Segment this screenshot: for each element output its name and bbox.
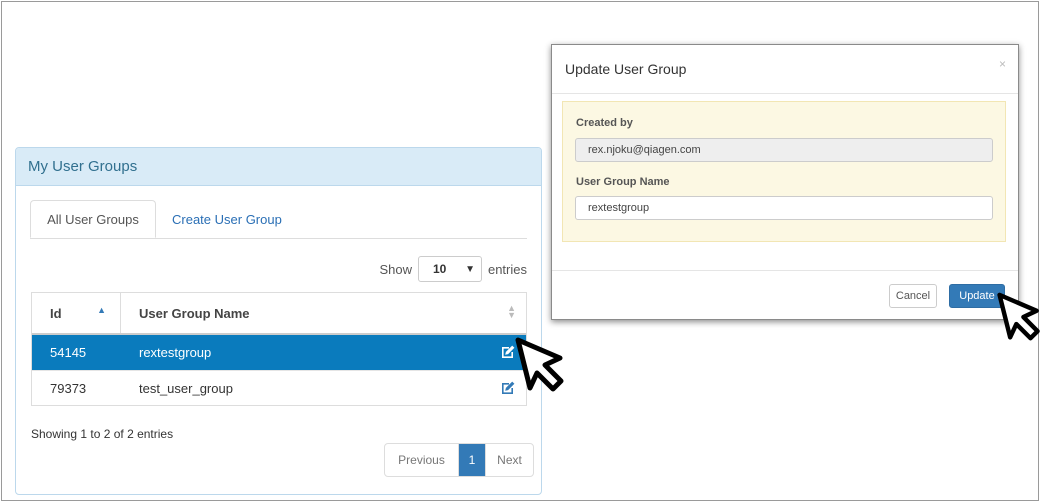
update-user-group-modal: Update User Group × Created by rex.njoku…	[551, 44, 1019, 320]
previous-page-button[interactable]: Previous	[385, 444, 459, 476]
tab-bar: All User Groups Create User Group	[30, 200, 527, 239]
close-icon[interactable]: ×	[999, 57, 1006, 71]
created-by-label: Created by	[576, 117, 633, 129]
pointer-cursor-icon	[997, 292, 1040, 341]
tab-all-user-groups[interactable]: All User Groups	[30, 200, 156, 238]
sort-ascending-icon: ▲	[97, 305, 106, 315]
table-info: Showing 1 to 2 of 2 entries	[31, 427, 174, 441]
cancel-button[interactable]: Cancel	[889, 284, 937, 308]
table-row[interactable]: 79373 test_user_group	[32, 370, 526, 405]
page-1-button[interactable]: 1	[459, 444, 485, 476]
modal-header-divider	[552, 93, 1018, 94]
modal-title: Update User Group	[565, 61, 687, 77]
table-row[interactable]: 54145 rextestgroup	[32, 335, 526, 370]
user-group-name-label: User Group Name	[576, 176, 670, 188]
chevron-down-icon: ▼	[465, 263, 475, 275]
form-well: Created by rex.njoku@qiagen.com User Gro…	[562, 101, 1006, 242]
column-header-user-group-name[interactable]: User Group Name ▲ ▼	[121, 293, 526, 333]
entries-select-value: 10	[432, 262, 447, 276]
tab-create-user-group[interactable]: Create User Group	[172, 200, 282, 238]
created-by-field: rex.njoku@qiagen.com	[575, 138, 993, 162]
row-group-name: rextestgroup	[139, 345, 212, 360]
table-header: Id ▲ User Group Name ▲ ▼	[32, 293, 526, 335]
column-header-id[interactable]: Id ▲	[32, 293, 121, 333]
user-group-name-input[interactable]: rextestgroup	[575, 196, 993, 220]
sort-both-icon: ▲ ▼	[507, 303, 516, 320]
user-groups-table: Id ▲ User Group Name ▲ ▼ 54145 rextestgro…	[31, 292, 527, 406]
panel-title: My User Groups	[16, 148, 541, 186]
row-id: 54145	[50, 345, 87, 360]
pointer-cursor-icon	[515, 337, 564, 392]
entries-select[interactable]: 10 ▼	[417, 256, 482, 282]
next-page-button[interactable]: Next	[485, 444, 533, 476]
row-id: 79373	[50, 380, 87, 396]
entries-label: entries	[487, 261, 527, 277]
pagination: Previous 1 Next	[384, 443, 534, 477]
show-label: Show	[379, 261, 412, 277]
user-groups-panel: My User Groups All User Groups Create Us…	[15, 147, 542, 495]
modal-footer-divider	[552, 270, 1018, 271]
entries-length-control: Show 10 ▼ entries	[379, 256, 527, 282]
row-group-name: test_user_group	[139, 380, 233, 396]
